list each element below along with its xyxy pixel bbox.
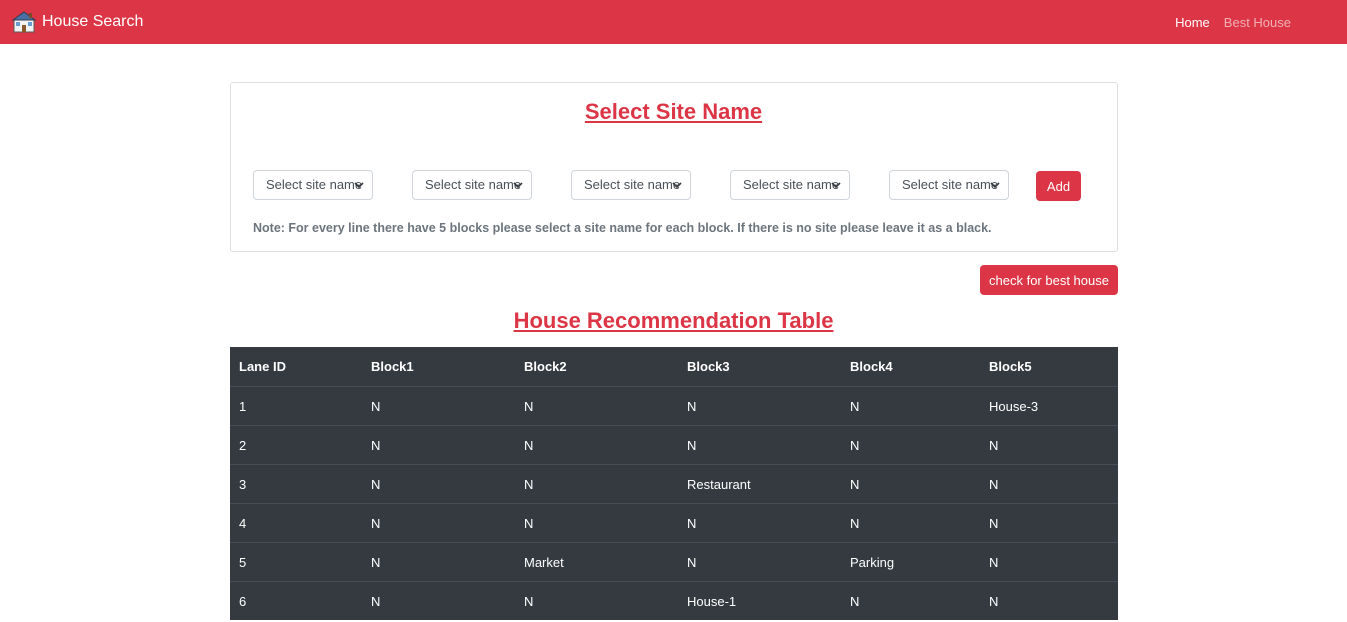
table-header-cell: Block1 [362,347,515,387]
table-cell: 2 [230,425,362,465]
table-cell: N [678,503,841,543]
table-cell: 5 [230,542,362,582]
table-cell: N [515,581,678,620]
table-cell: N [515,503,678,543]
check-best-house-button[interactable]: check for best house [980,265,1118,295]
table-header-cell: Block5 [980,347,1118,387]
table-cell: N [980,503,1118,543]
table-row: 5 N Market N Parking N [230,542,1118,582]
house-icon [12,11,36,33]
table-cell: N [841,581,980,620]
brand-link[interactable]: House Search [12,9,143,35]
table-cell: N [362,581,515,620]
table-cell: N [980,464,1118,504]
table-cell: N [841,464,980,504]
table-cell: House-1 [678,581,841,620]
table-cell: N [841,425,980,465]
brand-title: House Search [42,13,144,30]
table-cell: N [678,425,841,465]
table-header-cell: Lane ID [230,347,362,387]
table-row: 3 N N Restaurant N N [230,464,1118,504]
site-select-1[interactable]: Select site name [253,170,373,200]
recommendation-table-title: House Recommendation Table [513,308,834,333]
table-row: 2 N N N N N [230,425,1118,465]
site-select-5-value: Select site name [902,177,999,192]
table-cell: N [841,503,980,543]
table-row: 4 N N N N N [230,503,1118,543]
site-select-3-value: Select site name [584,177,681,192]
table-header-cell: Block2 [515,347,678,387]
chevron-down-icon [990,182,1000,189]
table-cell: 3 [230,464,362,504]
site-select-4[interactable]: Select site name [730,170,850,200]
table-cell: House-3 [980,386,1118,426]
table-cell: N [980,581,1118,620]
nav-links: Home Best House [1161,0,1291,44]
table-cell: N [515,386,678,426]
nav-home-link[interactable]: Home [1175,15,1210,30]
table-cell: N [362,386,515,426]
chevron-down-icon [513,182,523,189]
table-cell: N [362,542,515,582]
table-cell: 1 [230,386,362,426]
table-cell: Parking [841,542,980,582]
site-select-2[interactable]: Select site name [412,170,532,200]
table-cell: N [678,386,841,426]
table-cell: Restaurant [678,464,841,504]
table-row: 6 N N House-1 N N [230,581,1118,620]
table-header-cell: Block4 [841,347,980,387]
table-cell: N [515,425,678,465]
site-select-2-value: Select site name [425,177,522,192]
site-select-5[interactable]: Select site name [889,170,1009,200]
navbar: House Search Home Best House [0,0,1347,44]
chevron-down-icon [831,182,841,189]
table-row: 1 N N N N House-3 [230,386,1118,426]
table-cell: N [362,425,515,465]
table-cell: Market [515,542,678,582]
chevron-down-icon [354,182,364,189]
table-cell: N [362,464,515,504]
add-button[interactable]: Add [1036,171,1081,201]
table-header-cell: Block3 [678,347,841,387]
site-select-4-value: Select site name [743,177,840,192]
table-cell: 6 [230,581,362,620]
table-header-row: Lane ID Block1 Block2 Block3 Block4 Bloc… [230,347,1118,387]
table-cell: N [362,503,515,543]
recommendation-table: Lane ID Block1 Block2 Block3 Block4 Bloc… [230,347,1118,620]
site-selection-note: Note: For every line there have 5 blocks… [253,221,992,235]
chevron-down-icon [672,182,682,189]
table-cell: N [515,464,678,504]
table-cell: 4 [230,503,362,543]
table-cell: N [980,425,1118,465]
nav-best-house-link[interactable]: Best House [1224,15,1291,30]
site-selection-title: Select Site Name [584,99,763,124]
site-select-1-value: Select site name [266,177,363,192]
site-select-3[interactable]: Select site name [571,170,691,200]
table-cell: N [678,542,841,582]
table-cell: N [841,386,980,426]
table-cell: N [980,542,1118,582]
